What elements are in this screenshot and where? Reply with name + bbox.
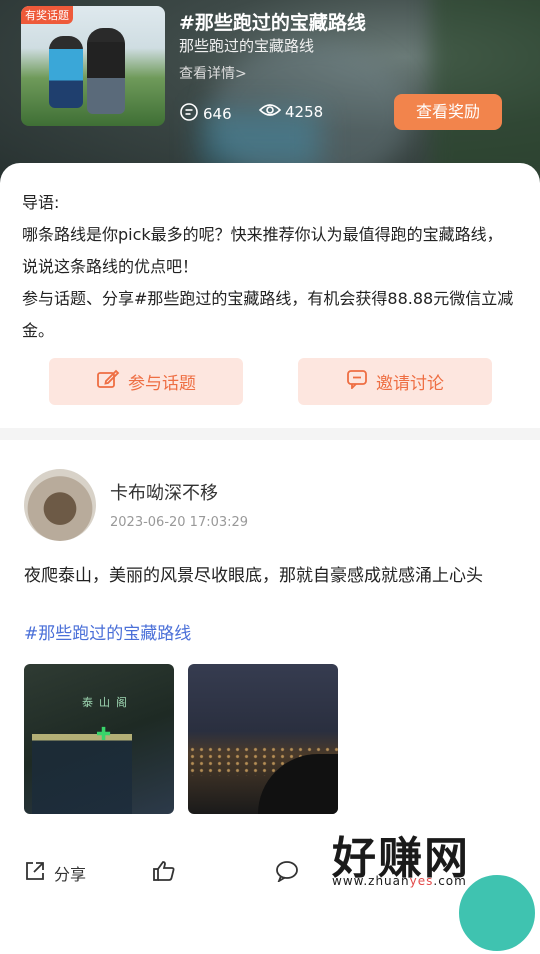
view-stat: 4258 [258,102,324,122]
join-topic-label: 参与话题 [128,374,196,394]
invite-discussion-button[interactable]: 邀请讨论 [298,358,492,405]
chat-icon [346,369,368,394]
intro-heading: 导语: [22,193,60,212]
intro-line: 参与话题、分享#那些跑过的宝藏路线，有机会获得88.88元微信立减金。 [22,289,514,340]
runner-figure [49,36,83,108]
view-details-link[interactable]: 查看详情> [179,63,247,83]
comment-button[interactable] [275,860,299,886]
comment-icon [179,102,199,126]
invite-discussion-label: 邀请讨论 [376,374,444,394]
share-button[interactable]: 分享 [24,860,86,886]
eye-icon [258,102,282,122]
topic-cover-image[interactable]: 有奖话题 [21,6,165,126]
share-label: 分享 [54,865,87,884]
intro-text: 导语: 哪条路线是你pick最多的呢？快来推荐你认为最值得跑的宝藏路线，说说这条… [22,187,518,347]
topic-subtitle: 那些跑过的宝藏路线 [179,37,315,55]
topic-intro-card: 导语: 哪条路线是你pick最多的呢？快来推荐你认为最值得跑的宝藏路线，说说这条… [0,163,540,433]
watermark-url: www.zhuanyes.com [332,874,467,888]
post-photo[interactable] [188,664,338,814]
share-icon [24,860,46,886]
light-glyph: ✚ [96,724,112,745]
post-photo[interactable]: 泰山阁 ✚ [24,664,174,814]
watermark-badge [456,872,538,954]
photo-sign-text: 泰山阁 [82,696,133,709]
view-count: 4258 [285,103,324,121]
edit-icon [96,368,120,395]
watermark-url-part: www.zhuan [332,874,410,888]
background-blur [430,0,540,180]
post-timestamp: 2023-06-20 17:03:29 [110,515,249,530]
join-topic-button[interactable]: 参与话题 [49,358,243,405]
intro-line: 哪条路线是你pick最多的呢？快来推荐你认为最值得跑的宝藏路线，说说这条路线的优… [22,225,503,276]
post-text: 夜爬泰山，美丽的风景尽收眼底，那就自豪感成就感涌上心头 [24,566,483,586]
watermark-url-part: yes [409,874,434,888]
speech-bubble-icon [275,860,299,886]
comment-count: 646 [203,105,232,123]
prize-badge: 有奖话题 [21,6,73,24]
building-shape [32,734,132,814]
like-button[interactable] [152,860,176,886]
section-divider [0,428,540,440]
watermark-url-part: .com [433,874,467,888]
topic-title: #那些跑过的宝藏路线 [179,12,366,34]
runner-figure [87,28,125,114]
topic-hero: 有奖话题 #那些跑过的宝藏路线 那些跑过的宝藏路线 查看详情> 646 4258… [0,0,540,190]
view-reward-button[interactable]: 查看奖励 [394,94,502,130]
avatar[interactable] [24,469,96,541]
watermark: 好赚网 www.zhuanyes.com [328,822,540,954]
comment-stat: 646 [179,102,232,126]
post-username[interactable]: 卡布呦深不移 [110,479,218,505]
thumbs-up-icon [152,860,176,886]
post-hashtag-link[interactable]: #那些跑过的宝藏路线 [24,619,191,644]
